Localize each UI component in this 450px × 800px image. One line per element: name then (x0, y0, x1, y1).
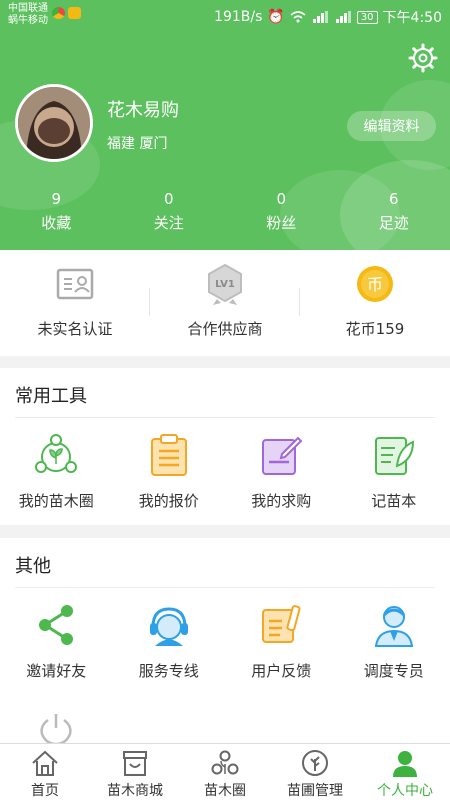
carrier-info: 中国联通 蜗牛移动 (8, 3, 48, 27)
tool-seedling-notebook[interactable]: 记苗本 (338, 432, 450, 511)
stat-label: 粉丝 (266, 214, 297, 232)
divider (15, 417, 435, 418)
other-invite-friends[interactable]: 邀请好友 (0, 602, 113, 681)
notebook-leaf-icon (374, 437, 414, 475)
signal-4g-icon (312, 11, 328, 23)
tool-my-circle[interactable]: 我的苗木圈 (0, 432, 113, 511)
others-section: 其他 邀请好友 服务专线 用户反馈 调度专员 (0, 538, 450, 746)
other-user-feedback[interactable]: 用户反馈 (225, 602, 338, 681)
badge-coins[interactable]: 币 花币159 (300, 250, 450, 356)
profile-header: 中国联通 蜗牛移动 191B/s ⏰ 30 下午4:50 花木易购 福建 厦门 … (0, 0, 450, 250)
stat-label: 足迹 (378, 214, 409, 232)
stat-value: 6 (388, 190, 399, 208)
app-notification-icon (52, 7, 65, 19)
tools-section: 常用工具 我的苗木圈 我的报价 我的求购 记苗本 (0, 368, 450, 525)
avatar[interactable] (15, 84, 93, 162)
tool-my-quotes[interactable]: 我的报价 (113, 432, 226, 511)
tools-grid: 我的苗木圈 我的报价 我的求购 记苗本 (0, 432, 450, 511)
other-dispatcher[interactable]: 调度专员 (338, 602, 450, 681)
badge-supplier[interactable]: LV1 合作供应商 (150, 250, 300, 356)
stat-footprints[interactable]: 6 足迹 (338, 188, 450, 238)
tool-my-purchase[interactable]: 我的求购 (225, 432, 338, 511)
nav-personal-center[interactable]: 个人中心 (360, 744, 450, 800)
profile-stats: 9 收藏 0 关注 0 粉丝 6 足迹 (0, 188, 450, 238)
other-label: 邀请好友 (26, 662, 87, 680)
section-title: 常用工具 (15, 386, 87, 407)
coin-text: 币 (367, 275, 383, 294)
battery-indicator: 30 (356, 10, 378, 24)
network-speed: 191B/s (214, 9, 263, 25)
wifi-icon (290, 11, 306, 23)
nav-label: 苗木圈 (204, 783, 246, 799)
badge-label: 未实名认证 (37, 320, 113, 338)
divider (15, 587, 435, 588)
nav-label: 个人中心 (377, 783, 433, 799)
tool-label: 我的报价 (138, 492, 199, 510)
profile-page: 中国联通 蜗牛移动 191B/s ⏰ 30 下午4:50 花木易购 福建 厦门 … (0, 0, 450, 800)
stat-value: 0 (276, 190, 287, 208)
clock: 下午4:50 (382, 10, 442, 26)
tool-label: 我的苗木圈 (18, 492, 94, 510)
carrier-line1: 中国联通 (8, 3, 48, 14)
nav-label: 苗木商城 (107, 783, 163, 799)
stat-following[interactable]: 0 关注 (113, 188, 226, 238)
mail-icon (68, 7, 81, 19)
status-right: 191B/s ⏰ 30 下午4:50 (214, 7, 442, 27)
nav-shop[interactable]: 苗木商城 (90, 744, 180, 800)
shop-icon (123, 751, 147, 776)
user-location: 福建 厦门 (107, 136, 168, 152)
alarm-icon: ⏰ (267, 9, 285, 25)
share-icon (39, 605, 74, 645)
clipboard-icon (150, 434, 187, 476)
badge-label: 花币159 (345, 320, 405, 338)
others-grid: 邀请好友 服务专线 用户反馈 调度专员 (0, 602, 450, 681)
circle-network-icon (35, 434, 78, 473)
status-bar: 中国联通 蜗牛移动 191B/s ⏰ 30 下午4:50 (0, 0, 450, 32)
other-label: 服务专线 (138, 662, 199, 680)
circle-icon (211, 750, 239, 775)
home-icon (32, 750, 58, 776)
nav-label: 苗圃管理 (287, 783, 343, 799)
coin-icon: 币 (357, 266, 393, 302)
edit-profile-button[interactable]: 编辑资料 (347, 111, 436, 141)
tree-icon (302, 750, 328, 776)
stat-fans[interactable]: 0 粉丝 (225, 188, 338, 238)
nav-nursery-management[interactable]: 苗圃管理 (270, 744, 360, 800)
carrier-line2: 蜗牛移动 (8, 15, 48, 26)
level-text: LV1 (215, 279, 235, 290)
settings-gear-icon[interactable] (408, 43, 438, 73)
username: 花木易购 (107, 100, 179, 121)
edit-note-icon (262, 436, 303, 475)
stat-value: 0 (163, 190, 174, 208)
tool-label: 我的求购 (251, 492, 312, 510)
stat-favorites[interactable]: 9 收藏 (0, 188, 113, 238)
agent-icon (374, 606, 413, 647)
person-icon (393, 751, 417, 777)
stat-label: 收藏 (41, 214, 72, 232)
other-label: 调度专员 (363, 662, 424, 680)
bottom-nav: 首页 苗木商城 苗木圈 苗圃管理 个人中心 (0, 743, 450, 800)
badge-label: 合作供应商 (187, 320, 263, 338)
stat-value: 9 (51, 190, 62, 208)
nav-label: 首页 (31, 783, 59, 799)
other-label: 用户反馈 (251, 662, 312, 680)
badge-verification[interactable]: 未实名认证 (0, 250, 150, 356)
section-title: 其他 (15, 556, 51, 577)
stat-label: 关注 (153, 214, 184, 232)
feedback-icon (262, 605, 301, 643)
nav-circle[interactable]: 苗木圈 (180, 744, 270, 800)
headset-icon (149, 607, 188, 646)
nav-home[interactable]: 首页 (0, 744, 90, 800)
level-medal-icon: LV1 (208, 263, 242, 305)
avatar-photo (18, 87, 90, 159)
other-service-line[interactable]: 服务专线 (113, 602, 226, 681)
notification-icons (52, 7, 81, 19)
id-card-icon (56, 268, 94, 300)
badges-row: 未实名认证 LV1 合作供应商 币 花币159 (0, 250, 450, 356)
signal-2g-icon (335, 11, 351, 23)
tool-label: 记苗本 (371, 492, 417, 510)
